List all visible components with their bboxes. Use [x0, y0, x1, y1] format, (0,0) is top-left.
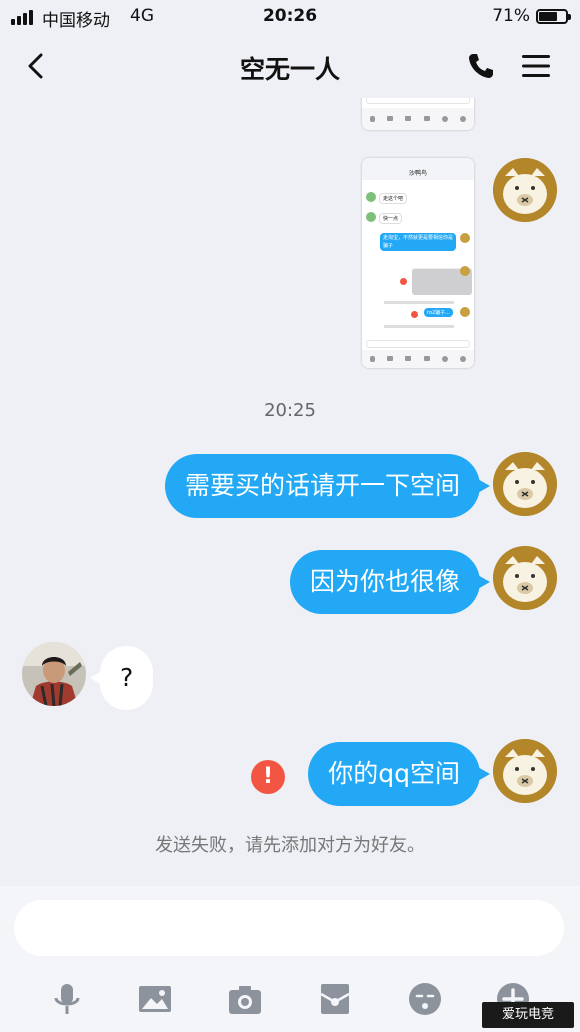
my-avatar[interactable] [493, 158, 557, 222]
message-input[interactable] [14, 900, 564, 956]
screenshot-image[interactable]: 沙鸭鸟 走这个吧 快一点 走淘宝，不然就更是要相信你是骗子 ro2骗子... [362, 158, 474, 368]
battery-icon [536, 9, 571, 24]
my-avatar[interactable] [493, 739, 557, 803]
microphone-icon[interactable] [50, 982, 84, 1016]
message-bubble-outgoing[interactable]: 你的qq空间 [308, 742, 490, 806]
send-failed-notice: 发送失败，请先添加对方为好友。 [155, 835, 425, 856]
message-bubble-outgoing[interactable]: 需要买的话请开一下空间 [164, 454, 491, 518]
thumbnail-title: 沙鸭鸟 [408, 170, 427, 177]
camera-icon[interactable] [228, 982, 262, 1016]
thumbnail-message: 走这个吧 [379, 193, 408, 204]
thumbnail-avatar [366, 212, 376, 222]
message-bubble-incoming[interactable]: ? [89, 646, 154, 710]
watermark-logo: 爱玩电竞 [482, 1002, 574, 1028]
chat-header: 空无一人 [0, 34, 580, 98]
red-packet-icon[interactable] [318, 982, 352, 1016]
battery-level [539, 12, 557, 21]
thumbnail-avatar [366, 192, 376, 202]
timestamp: 20:25 [264, 400, 316, 421]
my-avatar[interactable] [493, 452, 557, 516]
my-avatar[interactable] [493, 546, 557, 610]
thumbnail-error-icon [400, 278, 407, 285]
phone-icon[interactable] [466, 51, 496, 81]
battery-percent: 71% [492, 6, 530, 26]
status-bar: 中国移动 4G 20:26 71% [0, 0, 580, 34]
screenshot-image[interactable] [362, 98, 474, 130]
send-failed-icon[interactable]: ! [251, 760, 285, 794]
message-bubble-outgoing[interactable]: 因为你也很像 [289, 550, 491, 614]
thumbnail-message: 走淘宝，不然就更是要相信你是骗子 [380, 233, 456, 251]
emoji-icon[interactable] [408, 982, 442, 1016]
image-icon[interactable] [138, 982, 172, 1016]
thumbnail-avatar [460, 266, 470, 276]
thumbnail-message: ro2骗子... [424, 308, 453, 317]
menu-icon[interactable] [521, 53, 551, 79]
input-panel: 爱玩电竞 [0, 886, 580, 1032]
thumbnail-avatar [460, 233, 470, 243]
contact-avatar[interactable] [22, 642, 86, 706]
thumbnail-message: 快一点 [379, 213, 403, 224]
thumbnail-avatar [460, 307, 470, 317]
message-list[interactable]: 沙鸭鸟 走这个吧 快一点 走淘宝，不然就更是要相信你是骗子 ro2骗子... 2… [0, 98, 580, 886]
thumbnail-error-icon [411, 311, 418, 318]
